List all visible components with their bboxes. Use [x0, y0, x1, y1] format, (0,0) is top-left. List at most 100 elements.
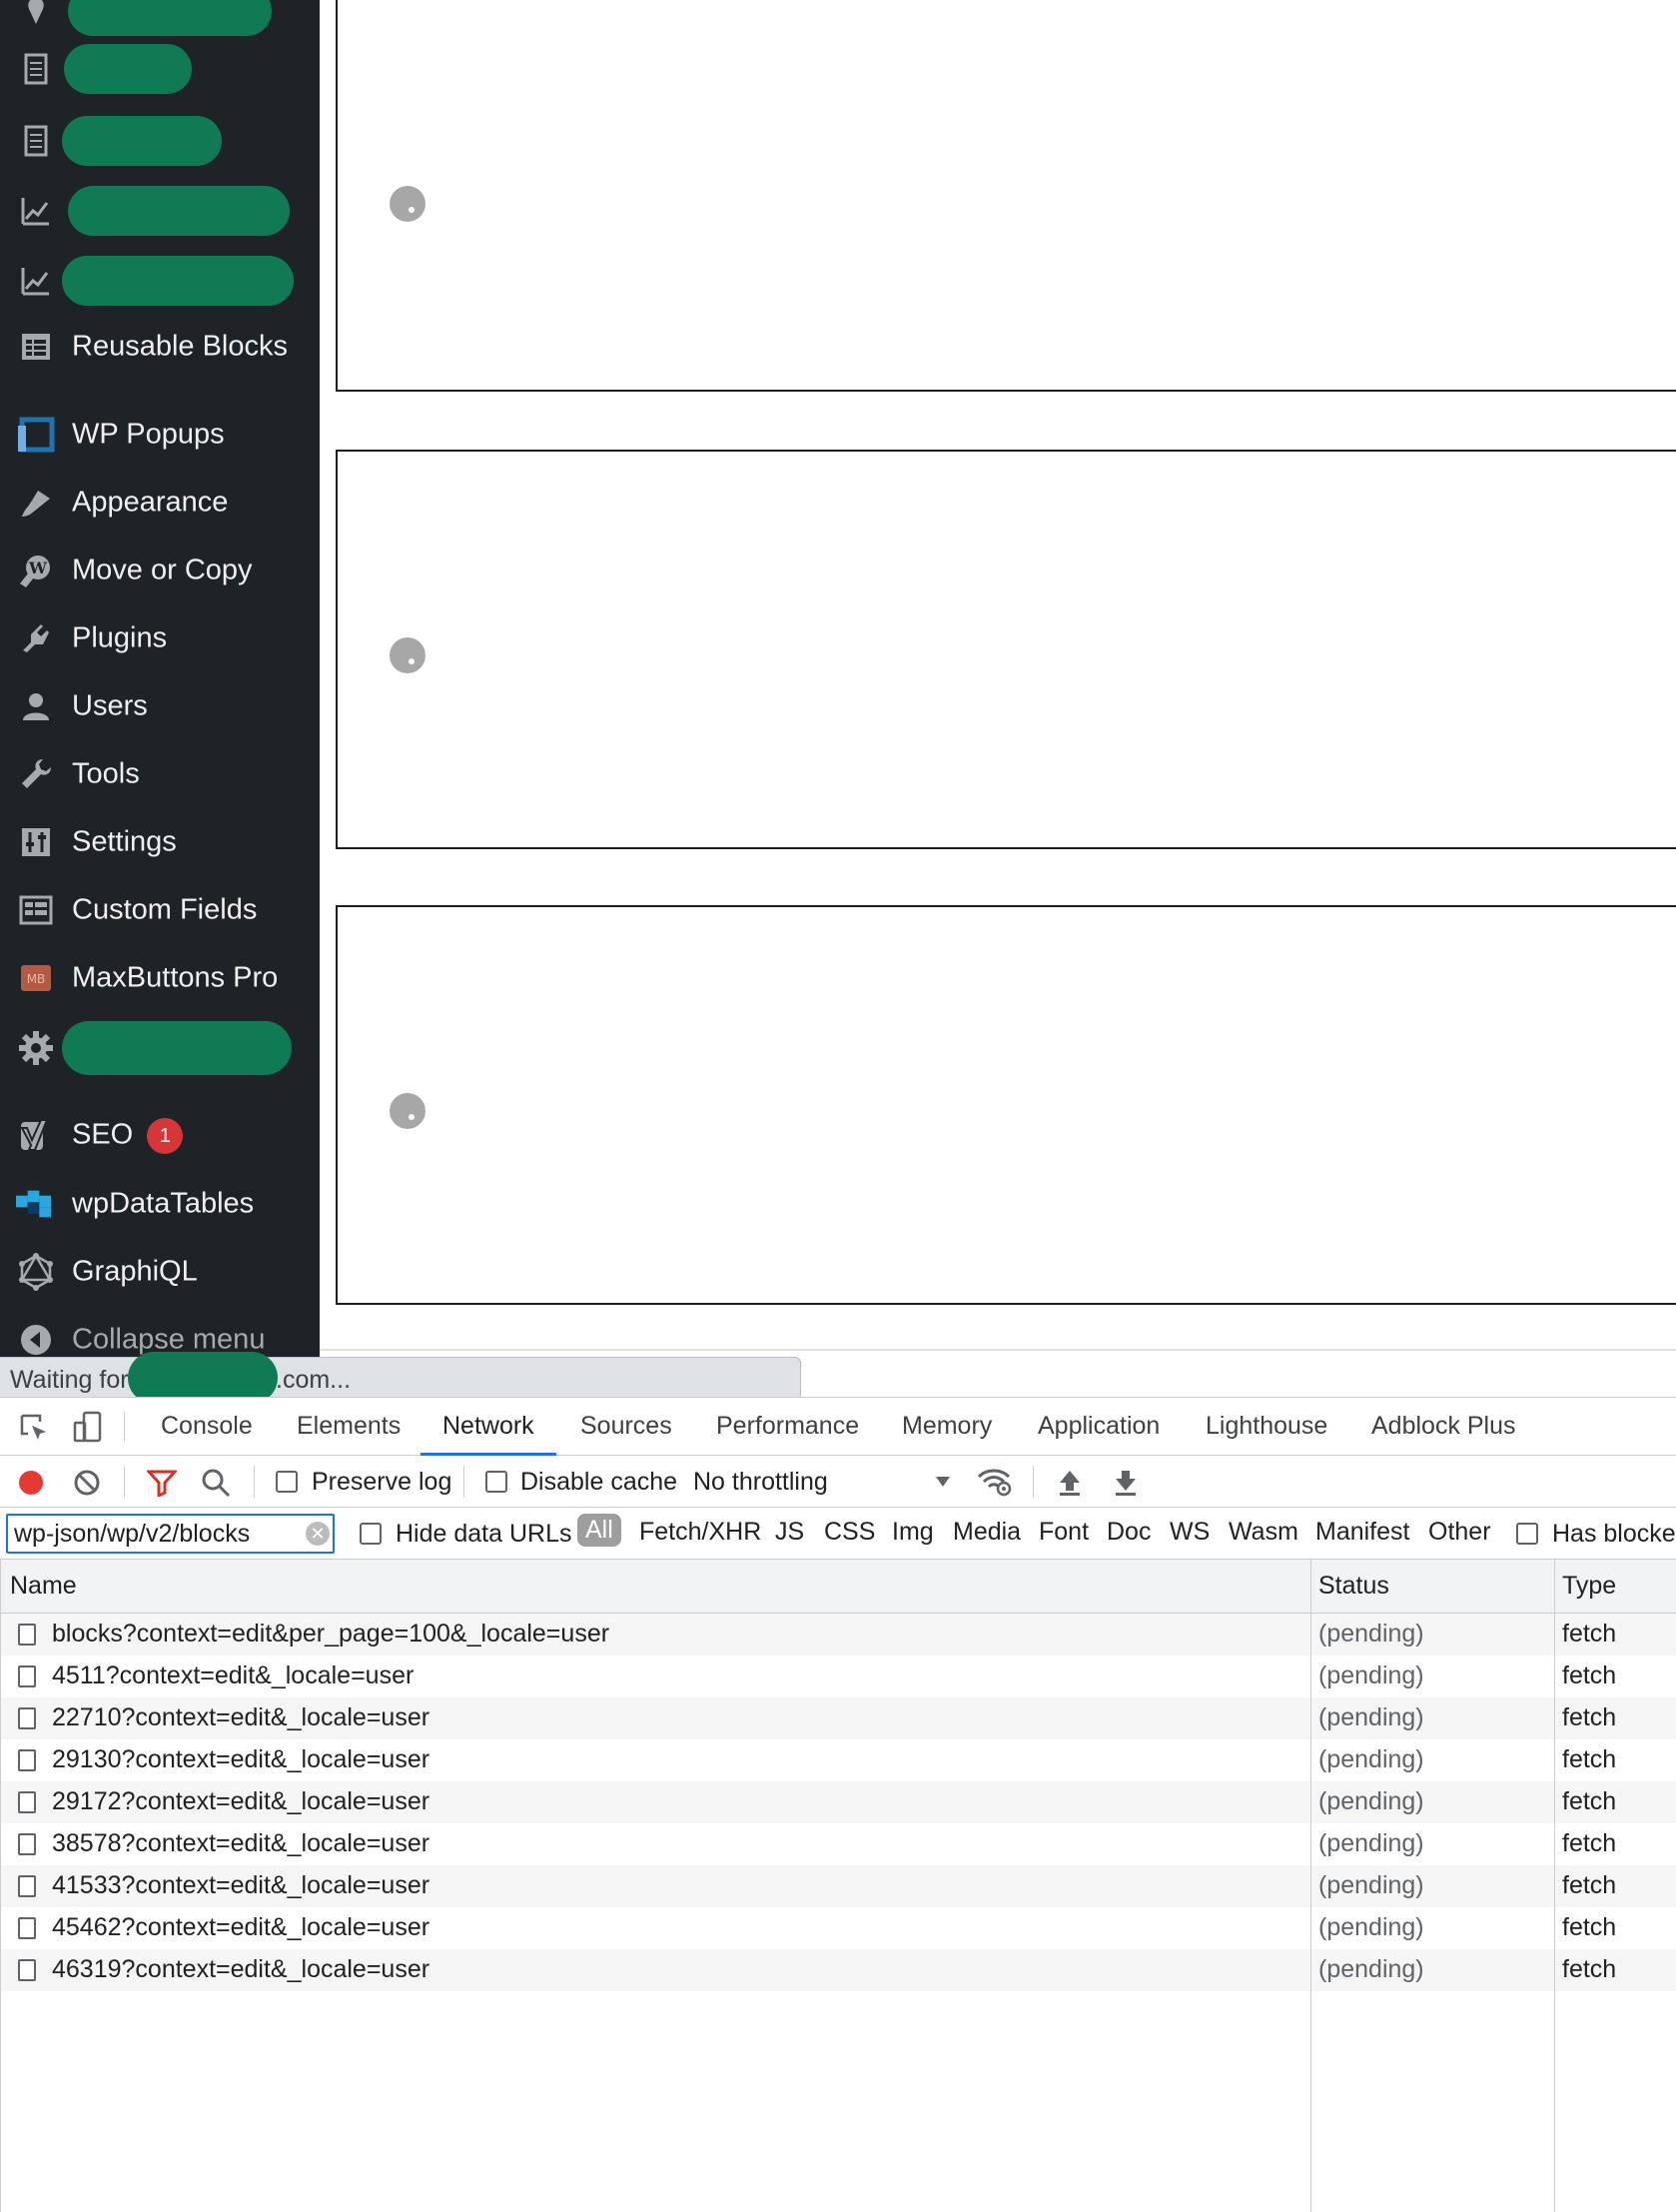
request-status: (pending): [1318, 1955, 1424, 1983]
table-row[interactable]: 4511?context=edit&_locale=user (pending) f…: [0, 1656, 1676, 1697]
record-icon[interactable]: [16, 1468, 46, 1498]
filter-input[interactable]: [6, 1514, 335, 1554]
filter-type-fetch-xhr[interactable]: Fetch/XHR: [639, 1518, 761, 1547]
redaction-mark: [68, 0, 272, 36]
clear-filter-icon[interactable]: ✕: [306, 1522, 330, 1546]
fields-icon: [16, 890, 56, 930]
file-icon: [18, 1707, 36, 1729]
disable-cache-checkbox[interactable]: [485, 1471, 507, 1493]
sidebar-item-maxbuttons-pro[interactable]: MB MaxButtons Pro: [0, 947, 320, 1009]
filter-type-manifest[interactable]: Manifest: [1315, 1518, 1409, 1547]
sidebar-item-appearance[interactable]: Appearance: [0, 472, 320, 534]
column-header-type[interactable]: Type: [1562, 1560, 1616, 1614]
clear-icon[interactable]: [72, 1468, 102, 1498]
filter-type-js[interactable]: JS: [775, 1518, 804, 1547]
filter-type-doc[interactable]: Doc: [1107, 1518, 1151, 1547]
network-toolbar: Preserve log Disable cache No throttling: [0, 1456, 1676, 1508]
sidebar-item-redacted-2[interactable]: [0, 38, 320, 100]
sidebar-item-wp-popups[interactable]: WP Popups: [0, 404, 320, 466]
separator: [124, 1412, 125, 1442]
tab-performance[interactable]: Performance: [716, 1412, 859, 1441]
filter-type-ws[interactable]: WS: [1170, 1518, 1210, 1547]
table-row[interactable]: 29172?context=edit&_locale=user (pending)…: [0, 1781, 1676, 1823]
filter-type-media[interactable]: Media: [953, 1518, 1021, 1547]
filter-icon[interactable]: [146, 1468, 178, 1498]
column-header-status[interactable]: Status: [1318, 1560, 1389, 1614]
sidebar-item-users[interactable]: Users: [0, 675, 320, 737]
sidebar-item-plugins[interactable]: Plugins: [0, 607, 320, 669]
tab-elements[interactable]: Elements: [297, 1412, 401, 1441]
request-status: (pending): [1318, 1620, 1424, 1648]
hide-data-urls-checkbox[interactable]: [360, 1523, 382, 1545]
table-row[interactable]: 45462?context=edit&_locale=user (pending)…: [0, 1907, 1676, 1949]
sidebar-item-graphiql[interactable]: GraphiQL: [0, 1241, 320, 1303]
tab-application[interactable]: Application: [1038, 1412, 1160, 1441]
popup-icon: [16, 415, 56, 455]
column-divider: [1554, 1560, 1555, 2212]
table-row[interactable]: 29130?context=edit&_locale=user (pending)…: [0, 1739, 1676, 1781]
filter-type-wasm[interactable]: Wasm: [1229, 1518, 1298, 1547]
table-row[interactable]: 41533?context=edit&_locale=user (pending)…: [0, 1865, 1676, 1907]
request-type: fetch: [1562, 1620, 1617, 1648]
file-icon: [18, 1624, 36, 1646]
file-icon: [18, 1875, 36, 1897]
filter-type-css[interactable]: CSS: [824, 1518, 875, 1547]
reusable-block-placeholder[interactable]: [336, 905, 1676, 1305]
file-icon: [18, 1791, 36, 1813]
redaction-mark: [68, 186, 290, 236]
reusable-block-placeholder[interactable]: [336, 0, 1676, 392]
request-status: (pending): [1318, 1703, 1424, 1731]
sidebar-item-reusable-blocks[interactable]: Reusable Blocks: [0, 316, 320, 378]
table-row[interactable]: blocks?context=edit&per_page=100&_locale…: [0, 1614, 1676, 1656]
request-name: 46319?context=edit&_locale=user: [52, 1955, 430, 1983]
sidebar-item-custom-fields[interactable]: Custom Fields: [0, 879, 320, 941]
column-header-name[interactable]: Name: [10, 1560, 77, 1614]
maxbuttons-icon: MB: [16, 958, 56, 998]
search-icon[interactable]: [200, 1468, 232, 1498]
tab-console[interactable]: Console: [161, 1412, 253, 1441]
chart-icon: [16, 191, 56, 231]
loading-spinner-icon: [390, 1093, 425, 1129]
chart-icon: [16, 261, 56, 301]
tab-sources[interactable]: Sources: [580, 1412, 672, 1441]
reusable-block-placeholder[interactable]: [336, 450, 1676, 849]
tab-adblock-plus[interactable]: Adblock Plus: [1371, 1412, 1516, 1441]
has-blocked-cookies-checkbox[interactable]: [1516, 1523, 1538, 1545]
network-conditions-icon[interactable]: [977, 1466, 1013, 1498]
redaction-mark: [62, 116, 222, 166]
import-har-icon[interactable]: [1055, 1468, 1085, 1498]
request-type: fetch: [1562, 1745, 1617, 1773]
table-row[interactable]: 22710?context=edit&_locale=user (pending)…: [0, 1697, 1676, 1739]
filter-type-other[interactable]: Other: [1428, 1518, 1491, 1547]
sidebar-item-seo[interactable]: SEO 1: [0, 1105, 320, 1167]
file-icon: [18, 1959, 36, 1981]
plugin-icon: [16, 618, 56, 658]
sidebar-item-redacted-6[interactable]: [0, 1017, 320, 1079]
chevron-down-icon[interactable]: [931, 1470, 955, 1494]
sidebar-item-label: GraphiQL: [72, 1255, 198, 1288]
tab-lighthouse[interactable]: Lighthouse: [1206, 1412, 1327, 1441]
filter-type-img[interactable]: Img: [892, 1518, 934, 1547]
sidebar-item-redacted-4[interactable]: [0, 180, 320, 242]
inspect-element-icon[interactable]: [16, 1410, 52, 1446]
sidebar-item-redacted-3[interactable]: [0, 110, 320, 172]
device-toolbar-icon[interactable]: [70, 1410, 106, 1446]
sidebar-item-redacted-5[interactable]: [0, 250, 320, 312]
collapse-icon: [16, 1320, 56, 1359]
sidebar-item-settings[interactable]: Settings: [0, 811, 320, 873]
sidebar-item-wpdatatables[interactable]: wpDataTables: [0, 1173, 320, 1235]
filter-type-all[interactable]: All: [577, 1514, 621, 1547]
filter-type-font[interactable]: Font: [1039, 1518, 1089, 1547]
notification-badge: 1: [147, 1118, 184, 1154]
preserve-log-checkbox[interactable]: [276, 1471, 298, 1493]
table-row[interactable]: 38578?context=edit&_locale=user (pending)…: [0, 1823, 1676, 1865]
sidebar-item-redacted-1[interactable]: [0, 0, 320, 42]
tab-network[interactable]: Network: [442, 1412, 534, 1441]
sidebar-item-move-or-copy[interactable]: W Move or Copy: [0, 540, 320, 601]
sidebar-item-tools[interactable]: Tools: [0, 743, 320, 805]
export-har-icon[interactable]: [1111, 1468, 1141, 1498]
sidebar-item-label: Custom Fields: [72, 893, 258, 926]
table-row[interactable]: 46319?context=edit&_locale=user (pending)…: [0, 1949, 1676, 1991]
tab-memory[interactable]: Memory: [902, 1412, 992, 1441]
throttling-select[interactable]: No throttling: [693, 1468, 828, 1497]
